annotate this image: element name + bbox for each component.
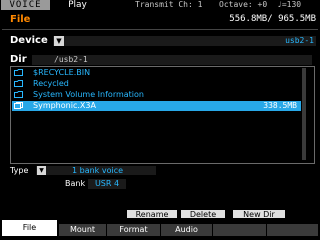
file-icon <box>14 102 23 109</box>
folder-icon <box>14 80 23 87</box>
delete-button[interactable]: Delete <box>180 209 226 219</box>
type-label: Type <box>10 166 29 175</box>
list-item[interactable]: Recycled <box>12 79 302 89</box>
file-name: System Volume Information <box>33 90 144 99</box>
tab-empty[interactable] <box>212 224 266 236</box>
file-size: 338.5MB <box>263 101 297 110</box>
file-name: Symphonic.X3A <box>33 101 96 110</box>
dir-label: Dir <box>10 54 27 65</box>
tab-empty[interactable] <box>266 224 318 236</box>
bank-value[interactable]: USR 4 <box>88 179 126 189</box>
page-title: File <box>10 14 31 25</box>
list-item[interactable]: System Volume Information <box>12 90 302 100</box>
bank-label: Bank <box>65 179 86 188</box>
chevron-down-icon[interactable]: ▼ <box>37 166 46 175</box>
mode-voice-tab[interactable]: VOICE <box>1 0 50 10</box>
octave-readout: Octave: +0 <box>219 0 268 9</box>
transmit-channel: Transmit Ch: 1 <box>135 0 203 9</box>
tab-file[interactable]: File <box>2 220 57 236</box>
scrollbar-thumb[interactable] <box>302 68 306 160</box>
new-dir-button[interactable]: New Dir <box>232 209 286 219</box>
chevron-down-icon[interactable]: ▼ <box>54 36 64 46</box>
file-name: $RECYCLE.BIN <box>33 68 91 77</box>
divider <box>2 29 318 30</box>
list-item-selected[interactable]: Symphonic.X3A 338.5MB <box>12 101 302 111</box>
folder-icon <box>14 91 23 98</box>
device-label: Device <box>10 35 48 46</box>
tab-format[interactable]: Format <box>106 224 160 236</box>
device-value: usb2-1 <box>285 36 314 45</box>
rename-button[interactable]: Rename <box>126 209 178 219</box>
type-value: 1 bank voice <box>72 166 124 175</box>
file-name: Recycled <box>33 79 69 88</box>
storage-usage: 556.8MB/ 965.5MB <box>229 14 316 24</box>
tempo-readout: ♩=130 <box>277 0 302 9</box>
mode-play-tab[interactable]: Play <box>55 0 100 10</box>
tab-mount[interactable]: Mount <box>58 224 106 236</box>
tab-audio[interactable]: Audio <box>160 224 212 236</box>
screen: VOICE Play Transmit Ch: 1 Octave: +0 ♩=1… <box>0 0 320 240</box>
file-list[interactable]: $RECYCLE.BIN Recycled System Volume Info… <box>10 66 315 164</box>
list-item[interactable]: $RECYCLE.BIN <box>12 68 302 78</box>
dir-path: /usb2-1 <box>32 55 312 65</box>
folder-icon <box>14 69 23 76</box>
